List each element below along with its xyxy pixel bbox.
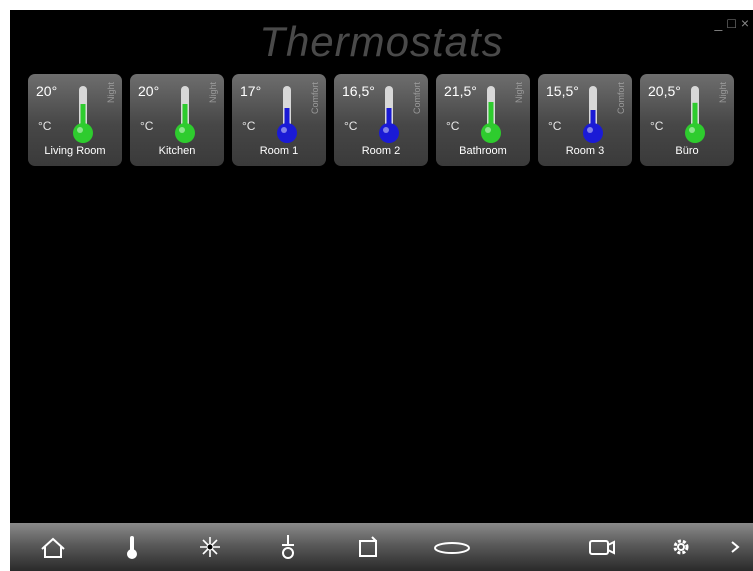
room-name: Room 1 [259,145,299,157]
thermometer-icon [73,86,93,143]
mode-label: Night [514,82,524,104]
temperature-value: 20° [138,83,160,99]
room-name: Room 2 [361,145,401,157]
thermostat-tile-bathroom[interactable]: 21,5° °C Night Bathroom [436,74,530,166]
gear-icon[interactable] [666,533,696,561]
chevron-right-icon[interactable] [725,533,745,561]
bottom-toolbar [10,523,753,571]
thermometer-icon [481,86,501,143]
temperature-unit: °C [446,119,460,133]
thermostat-tile-living-room[interactable]: 20° °C Night Living Room [28,74,122,166]
page-title: Thermostats [259,18,504,65]
temperature-value: 20° [36,83,58,99]
thermometer-icon[interactable] [117,533,147,561]
temperature-unit: °C [38,119,52,133]
temperature-unit: °C [242,119,256,133]
maximize-button[interactable]: □ [727,16,735,30]
temperature-unit: °C [344,119,358,133]
room-name: Büro [675,145,699,157]
thermometer-icon [277,86,297,143]
blinds-icon[interactable] [432,533,472,561]
mode-label: Night [718,82,728,104]
window-controls: _ □ × [715,16,749,30]
thermostat-tile-kitchen[interactable]: 20° °C Night Kitchen [130,74,224,166]
window-icon[interactable] [353,533,383,561]
camera-icon[interactable] [587,533,617,561]
temperature-unit: °C [548,119,562,133]
mode-label: Night [208,82,218,104]
mode-label: Comfort [616,82,626,115]
thermometer-icon [379,86,399,143]
thermometer-icon [583,86,603,143]
temperature-unit: °C [140,119,154,133]
thermostat-tile-room-3[interactable]: 15,5° °C Comfort Room 3 [538,74,632,166]
room-name: Bathroom [459,145,507,157]
thermostat-list: 20° °C Night Living Room 20° °C Night Ki… [28,74,734,166]
light-icon[interactable] [195,533,225,561]
temperature-value: 20,5° [648,83,681,99]
thermometer-icon [175,86,195,143]
room-name: Living Room [44,145,106,157]
room-name: Kitchen [158,145,196,157]
close-button[interactable]: × [741,16,749,30]
thermostat-tile-buero[interactable]: 20,5° °C Night Büro [640,74,734,166]
mode-label: Comfort [412,82,422,115]
thermostat-tile-room-1[interactable]: 17° °C Comfort Room 1 [232,74,326,166]
room-name: Room 3 [565,145,605,157]
temperature-value: 17° [240,83,262,99]
thermometer-icon [685,86,705,143]
mode-label: Comfort [310,82,320,115]
minimize-button[interactable]: _ [715,16,723,30]
temperature-value: 15,5° [546,83,579,99]
temperature-value: 16,5° [342,83,375,99]
home-icon[interactable] [38,533,68,561]
thermostat-tile-room-2[interactable]: 16,5° °C Comfort Room 2 [334,74,428,166]
temperature-value: 21,5° [444,83,477,99]
plug-icon[interactable] [273,533,303,561]
app-window: Thermostats _ □ × 20° °C Night Living Ro… [10,10,753,571]
temperature-unit: °C [650,119,664,133]
mode-label: Night [106,82,116,104]
